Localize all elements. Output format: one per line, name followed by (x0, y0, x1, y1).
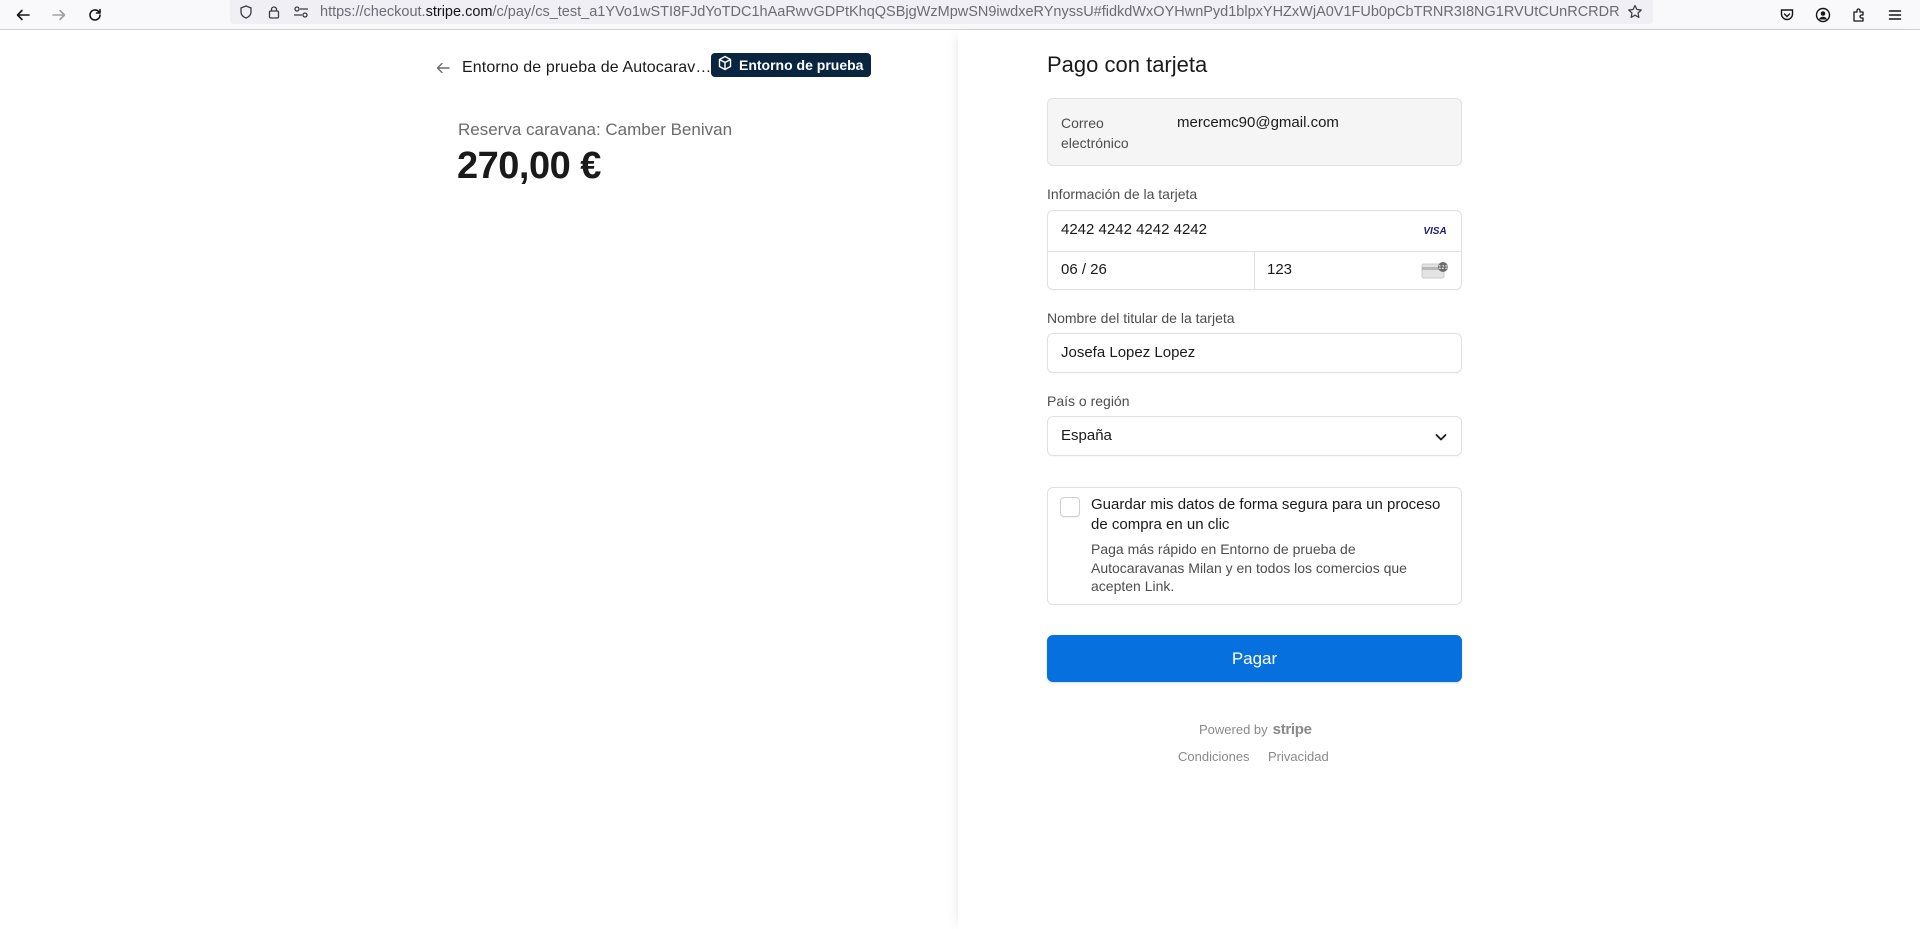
cardholder-name-input[interactable]: Josefa Lopez Lopez (1047, 333, 1462, 373)
card-cvc-input[interactable]: 123 (1267, 261, 1292, 278)
url-text[interactable]: https://checkout.stripe.com/c/pay/cs_tes… (320, 3, 1620, 21)
cube-icon (717, 55, 733, 75)
email-display: Correo electrónico mercemc90@gmail.com (1047, 98, 1462, 166)
bookmark-star-icon[interactable] (1626, 3, 1644, 21)
divider (1254, 251, 1255, 290)
card-expiry-input[interactable]: 06 / 26 (1061, 261, 1107, 278)
powered-by-stripe[interactable]: Powered by stripe (1199, 721, 1312, 738)
pocket-icon[interactable] (1774, 2, 1800, 28)
url-prefix: https://checkout. (320, 4, 426, 20)
url-bar[interactable]: https://checkout.stripe.com/c/pay/cs_tes… (230, 0, 1653, 24)
permissions-icon[interactable] (292, 3, 310, 21)
country-select[interactable]: España (1047, 416, 1462, 456)
save-info-box: Guardar mis datos de forma segura para u… (1047, 487, 1462, 605)
save-info-description: Paga más rápido en Entorno de prueba de … (1091, 541, 1407, 594)
pay-button[interactable]: Pagar (1047, 635, 1462, 682)
back-link[interactable]: Entorno de prueba de Autocarav… (434, 54, 712, 82)
save-info-checkbox[interactable] (1060, 497, 1080, 517)
arrow-left-icon (434, 59, 452, 77)
extensions-icon[interactable] (1846, 2, 1872, 28)
card-number-input[interactable]: 4242 4242 4242 4242 (1061, 221, 1207, 238)
powered-by-text: Powered by (1199, 722, 1268, 737)
svg-text:123: 123 (1438, 265, 1448, 271)
card-info-fieldset: 4242 4242 4242 4242 VISA 06 / 26 123 123 (1047, 210, 1462, 290)
account-icon[interactable] (1810, 2, 1836, 28)
visa-icon: VISA (1423, 225, 1447, 237)
browser-toolbar: https://checkout.stripe.com/c/pay/cs_tes… (0, 0, 1920, 30)
country-value: España (1061, 427, 1112, 444)
pay-button-label: Pagar (1231, 648, 1278, 668)
terms-link[interactable]: Condiciones (1178, 749, 1250, 764)
test-mode-badge: Entorno de prueba (711, 53, 872, 77)
merchant-name: Entorno de prueba de Autocarav… (462, 59, 712, 76)
product-name: Reserva caravana: Camber Benivan (458, 120, 733, 139)
stripe-logo: stripe (1272, 721, 1312, 738)
lock-icon[interactable] (265, 3, 283, 21)
test-mode-badge-label: Entorno de prueba (739, 57, 864, 73)
save-info-title[interactable]: Guardar mis datos de forma segura para u… (1091, 495, 1441, 535)
back-icon[interactable] (10, 2, 36, 28)
total-price: 270,00 € (457, 145, 601, 187)
url-path: /c/pay/cs_test_a1YVo1wSTI8FJdYoTDC1hAaRw… (492, 4, 1620, 20)
url-host: stripe.com (425, 4, 493, 20)
forward-icon[interactable] (46, 2, 72, 28)
chevron-down-icon (1433, 429, 1449, 445)
reload-icon[interactable] (82, 2, 108, 28)
cvc-card-icon: 123 (1421, 261, 1449, 281)
email-value: mercemc90@gmail.com (1177, 114, 1339, 131)
tracking-shield-icon[interactable] (237, 3, 255, 21)
card-info-label: Información de la tarjeta (1047, 186, 1198, 202)
menu-icon[interactable] (1882, 2, 1908, 28)
privacy-link[interactable]: Privacidad (1268, 749, 1329, 764)
form-title: Pago con tarjeta (1047, 52, 1208, 77)
cardholder-name-value: Josefa Lopez Lopez (1061, 344, 1196, 361)
email-label: Correo electrónico (1061, 115, 1129, 151)
cardholder-label: Nombre del titular de la tarjeta (1047, 310, 1235, 326)
country-label: País o región (1047, 393, 1130, 409)
